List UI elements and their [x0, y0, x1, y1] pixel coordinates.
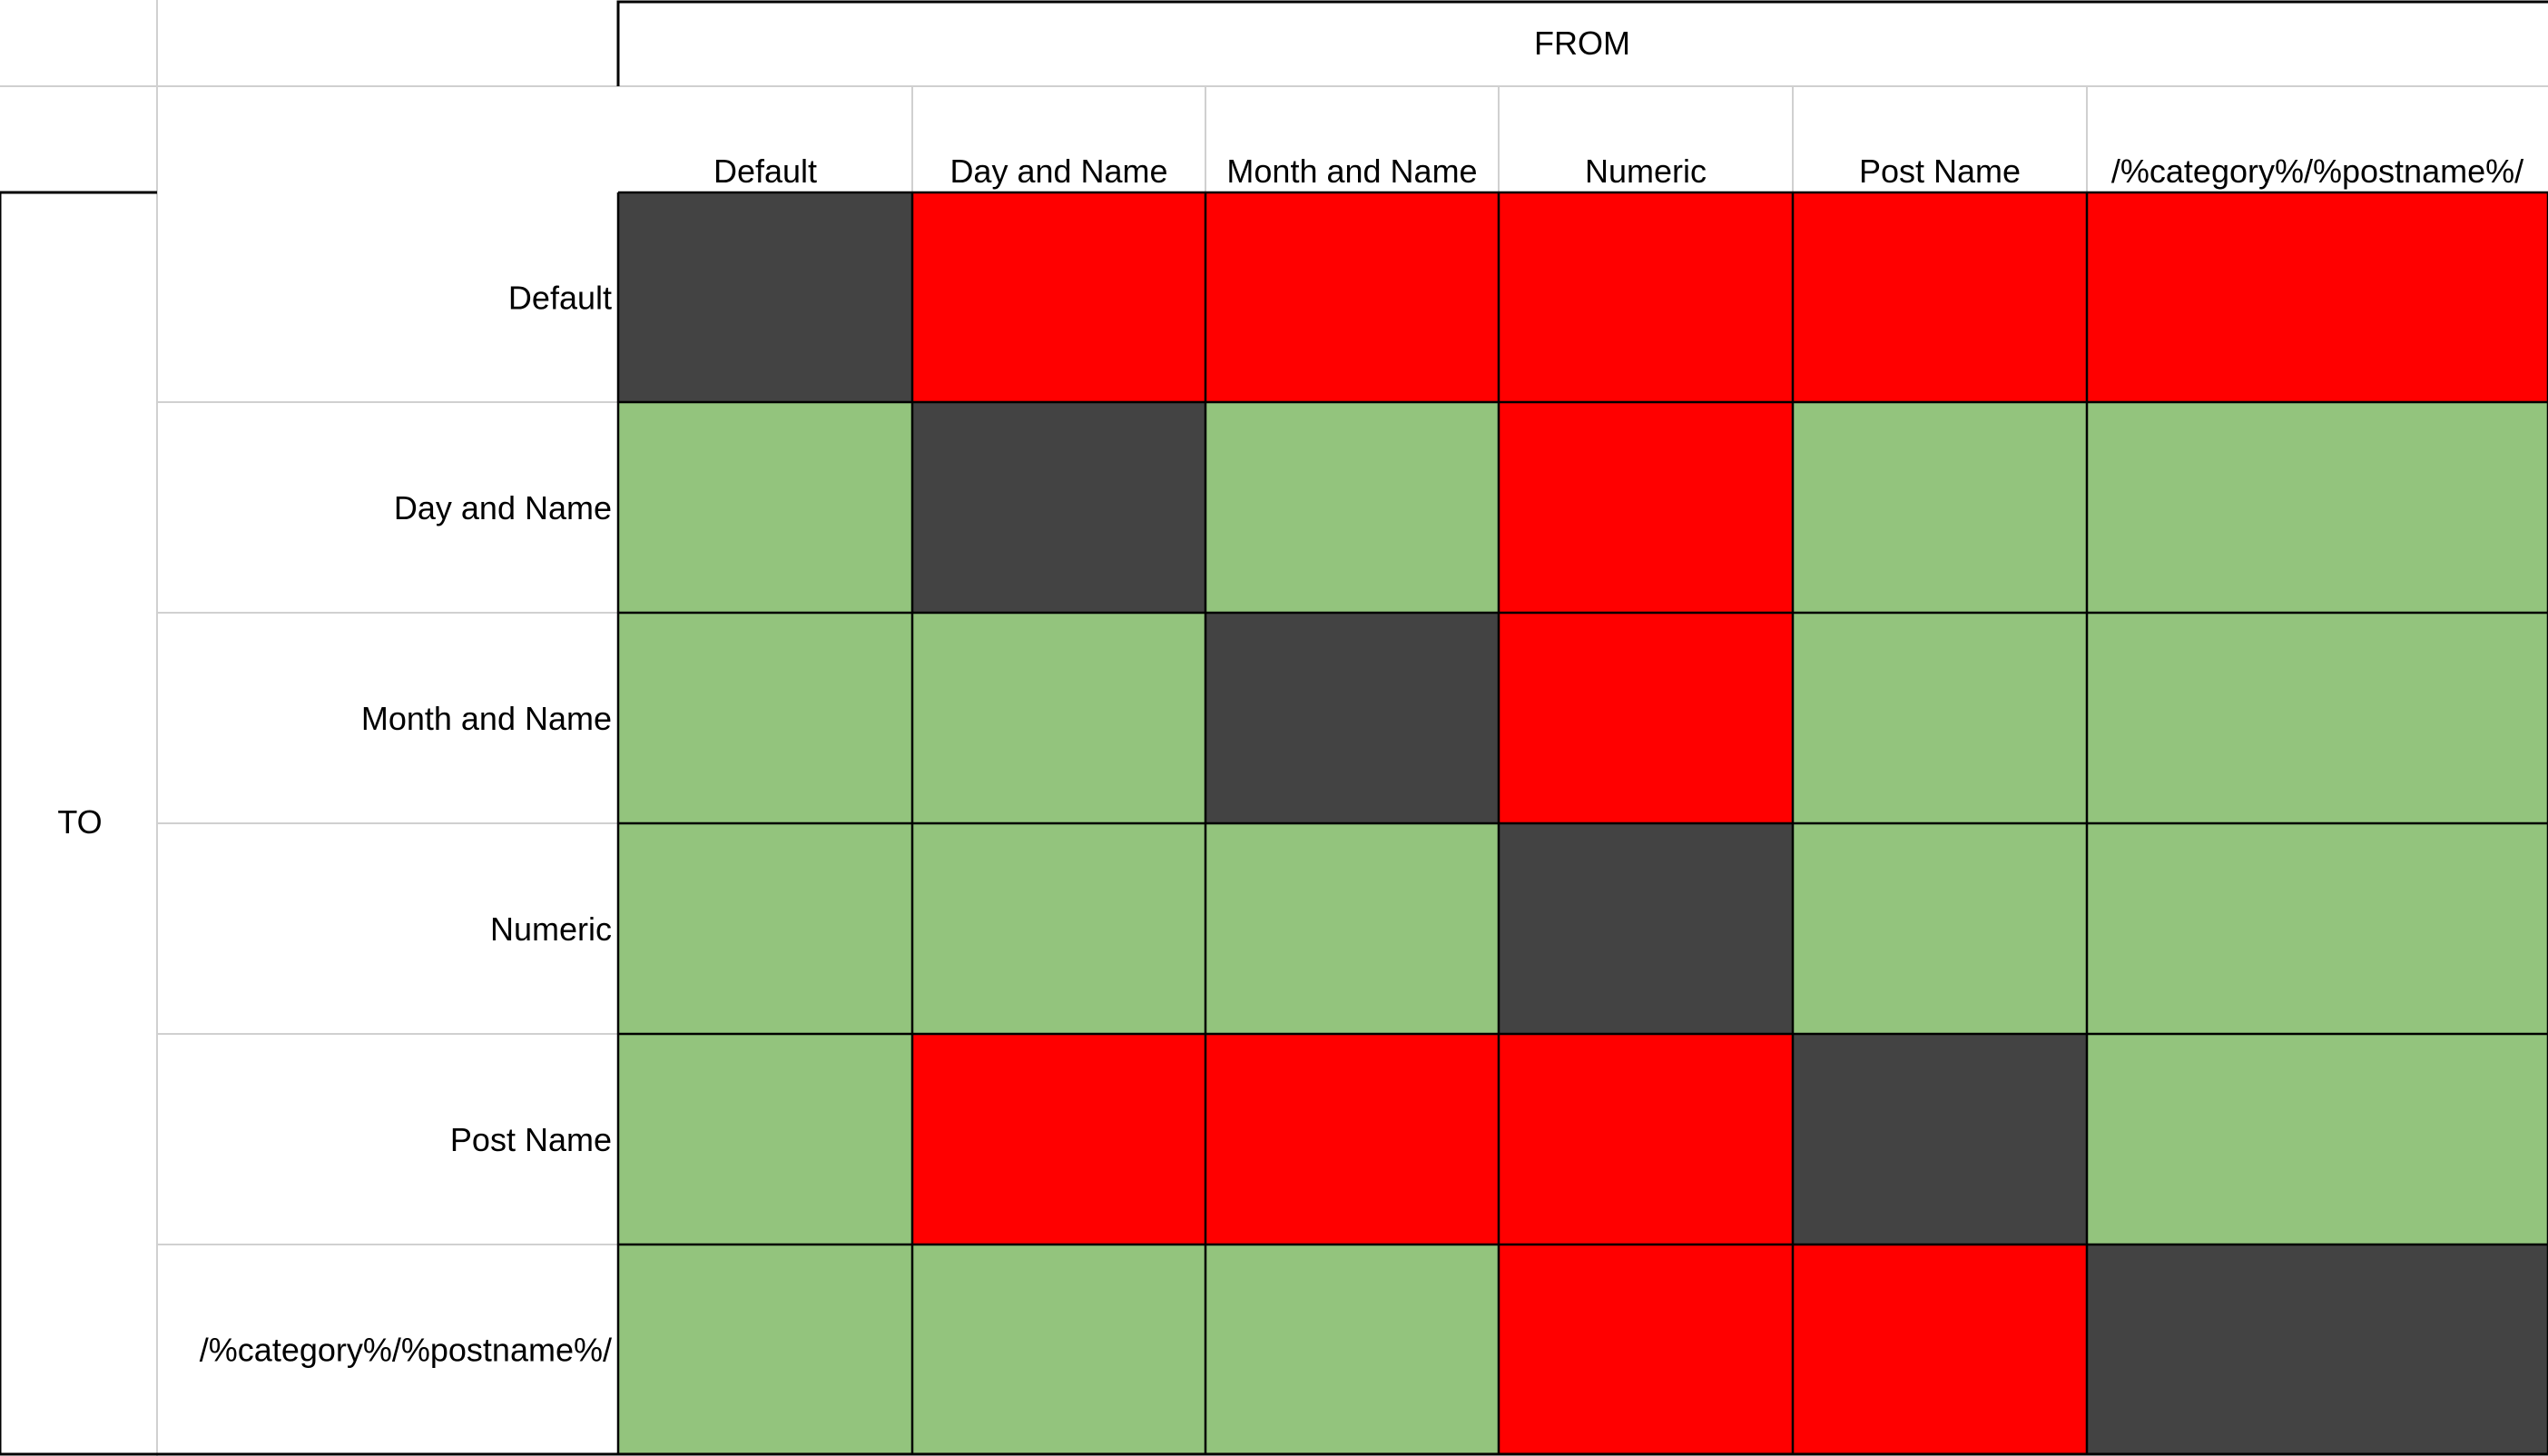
matrix-cell-r1-c3: [1499, 402, 1793, 613]
column-header-label: Default: [713, 152, 817, 190]
row-header-label: Day and Name: [394, 489, 612, 526]
matrix-cell-r5-c5: [2087, 1244, 2548, 1454]
matrix-cell-r5-c1: [912, 1244, 1205, 1454]
matrix-cell-r2-c1: [912, 613, 1205, 823]
to-axis-label: TO: [57, 803, 102, 841]
matrix-cell-r1-c5: [2087, 402, 2548, 613]
matrix-cell-r3-c1: [912, 823, 1205, 1034]
matrix-cell-r2-c4: [1793, 613, 2087, 823]
redirect-compatibility-matrix: FROM TO Default Day and Name Month and Nam…: [0, 0, 2548, 1456]
column-header-label: Numeric: [1585, 152, 1707, 190]
matrix-cell-r0-c2: [1205, 192, 1499, 402]
matrix-cell-r5-c3: [1499, 1244, 1793, 1454]
row-header-label: Default: [508, 280, 612, 317]
matrix-cell-r0-c4: [1793, 192, 2087, 402]
matrix-cell-r3-c0: [618, 823, 912, 1034]
from-axis-label: FROM: [1534, 25, 1630, 62]
matrix-cell-r2-c5: [2087, 613, 2548, 823]
matrix-cell-r4-c5: [2087, 1034, 2548, 1244]
row-header-label: /%category%/%postname%/: [200, 1332, 612, 1369]
matrix-cell-r0-c0: [618, 192, 912, 402]
row-header-label: Month and Name: [361, 700, 612, 737]
row-header-label: Post Name: [450, 1121, 612, 1158]
matrix-cell-r4-c3: [1499, 1034, 1793, 1244]
matrix-cell-r2-c0: [618, 613, 912, 823]
matrix-cell-r4-c1: [912, 1034, 1205, 1244]
matrix-cell-r1-c1: [912, 402, 1205, 613]
matrix-cell-r3-c2: [1205, 823, 1499, 1034]
matrix-cell-r1-c4: [1793, 402, 2087, 613]
matrix-cell-r5-c0: [618, 1244, 912, 1454]
matrix-cell-r5-c2: [1205, 1244, 1499, 1454]
matrix-cell-r3-c5: [2087, 823, 2548, 1034]
matrix-cell-r4-c2: [1205, 1034, 1499, 1244]
matrix-cell-r5-c4: [1793, 1244, 2087, 1454]
matrix-cell-r3-c3: [1499, 823, 1793, 1034]
column-header-label: Post Name: [1859, 152, 2021, 190]
matrix-cell-r2-c3: [1499, 613, 1793, 823]
matrix-cell-r0-c5: [2087, 192, 2548, 402]
matrix-cell-r0-c1: [912, 192, 1205, 402]
matrix-cell-r4-c0: [618, 1034, 912, 1244]
matrix-cell-r0-c3: [1499, 192, 1793, 402]
matrix-cell-r4-c4: [1793, 1034, 2087, 1244]
row-header-label: Numeric: [490, 910, 612, 948]
matrix-cell-r1-c2: [1205, 402, 1499, 613]
matrix-cell-r3-c4: [1793, 823, 2087, 1034]
column-header-label: Day and Name: [949, 152, 1167, 190]
column-header-label: Month and Name: [1226, 152, 1477, 190]
column-header-label: /%category%/%postname%/: [2111, 152, 2523, 190]
matrix-cell-r1-c0: [618, 402, 912, 613]
column-headers: Default Day and Name Month and Name Numeric…: [713, 152, 2523, 190]
matrix-cell-r2-c2: [1205, 613, 1499, 823]
